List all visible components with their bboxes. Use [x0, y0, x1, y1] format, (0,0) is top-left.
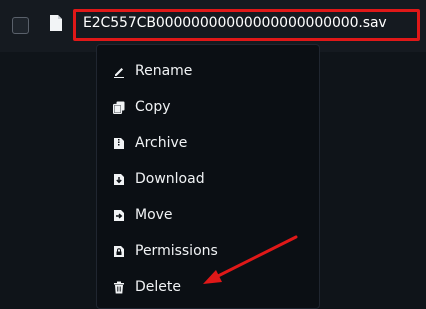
trash-icon — [114, 281, 124, 294]
file-manager-screen: E2C557CB00000000000000000000000.sav Rena… — [0, 0, 426, 309]
menu-item-rename[interactable]: Rename — [97, 54, 321, 90]
file-name[interactable]: E2C557CB00000000000000000000000.sav — [83, 15, 387, 31]
menu-item-archive[interactable]: Archive — [97, 126, 321, 162]
menu-item-label: Move — [135, 207, 173, 223]
archive-icon — [114, 138, 124, 149]
menu-item-download[interactable]: Download — [97, 162, 321, 198]
download-icon — [114, 174, 124, 185]
pencil-icon — [114, 68, 124, 78]
menu-item-label: Archive — [135, 135, 188, 151]
menu-item-permissions[interactable]: Permissions — [97, 234, 321, 270]
menu-item-move[interactable]: Move — [97, 198, 321, 234]
move-icon — [114, 210, 124, 221]
file-select-checkbox[interactable] — [12, 17, 29, 34]
menu-item-label: Delete — [135, 279, 181, 295]
menu-item-delete[interactable]: Delete — [97, 270, 321, 306]
menu-item-label: Permissions — [135, 243, 218, 259]
menu-item-label: Rename — [135, 63, 193, 79]
context-menu: Rename Copy Archive Download Move Permis… — [96, 44, 320, 309]
menu-item-copy[interactable]: Copy — [97, 90, 321, 126]
permissions-icon — [114, 246, 124, 257]
menu-item-label: Download — [135, 171, 205, 187]
copy-icon — [113, 101, 125, 114]
file-icon — [50, 15, 62, 31]
menu-item-label: Copy — [135, 99, 171, 115]
